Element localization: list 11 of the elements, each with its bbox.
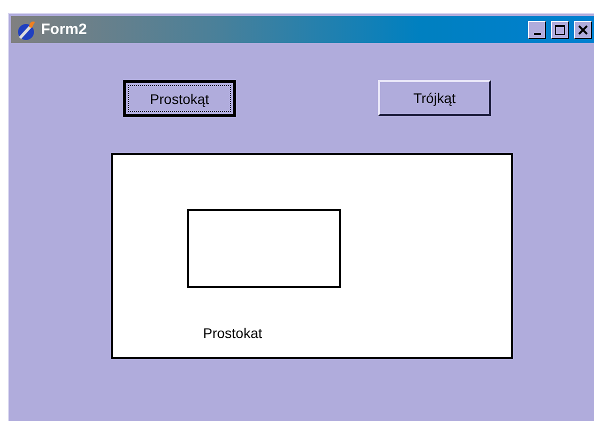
window-title: Form2 <box>41 21 88 38</box>
close-icon <box>577 24 589 36</box>
maximize-icon <box>554 24 566 36</box>
minimize-button[interactable] <box>528 20 546 38</box>
close-button[interactable] <box>574 20 592 38</box>
minimize-icon <box>534 32 540 34</box>
shape-button[interactable]: Prostokąt <box>123 80 236 117</box>
torch-icon <box>16 18 38 40</box>
shape-label: Prostokat <box>203 325 262 341</box>
shape-button[interactable]: Trójkąt <box>378 80 491 116</box>
maximize-button[interactable] <box>551 20 569 38</box>
